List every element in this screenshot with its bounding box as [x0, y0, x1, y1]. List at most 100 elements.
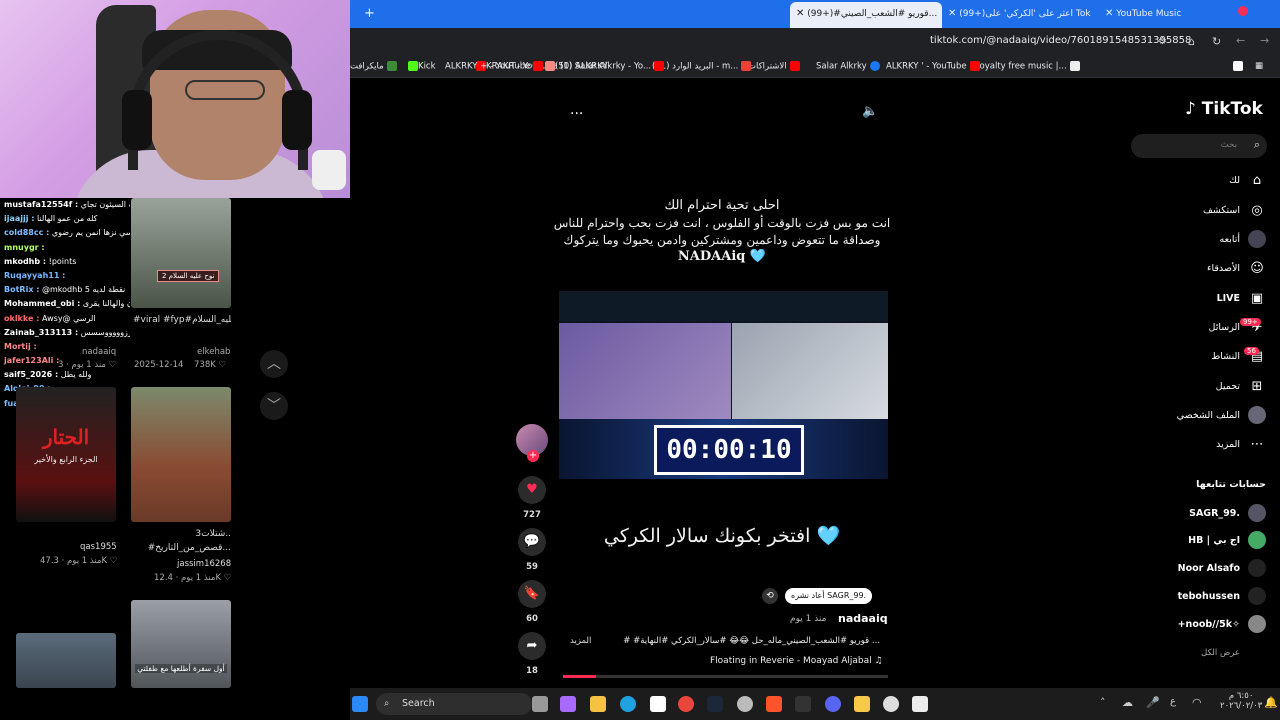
- video-progress-track[interactable]: [563, 675, 888, 678]
- grid-meta: منذ 1 يوم · 47.3K ♡: [40, 556, 118, 566]
- wifi-icon[interactable]: ◠: [1192, 696, 1202, 709]
- grid-author[interactable]: qas1955: [80, 542, 117, 552]
- more-icon: ⋯: [1250, 436, 1264, 452]
- clock[interactable]: ٦:٥٠ م ٢٠٢٦/٠٢/٠٣: [1220, 691, 1262, 711]
- chrome-icon[interactable]: [678, 696, 694, 712]
- grid-thumb-poster[interactable]: الحتار الجزء الرابع والأخير: [16, 387, 116, 522]
- notification-icon[interactable]: 🔔: [1264, 696, 1278, 709]
- tab-youtube-music[interactable]: ✕ YouTube Music: [1105, 4, 1181, 24]
- grid-author[interactable]: elkehab: [197, 347, 230, 357]
- file-explorer-icon[interactable]: [590, 696, 606, 712]
- windows-start-icon[interactable]: [352, 696, 368, 712]
- bookmark-minecraft[interactable]: مايكرافت: [350, 61, 397, 72]
- grid-thumb-noah[interactable]: نوح عليه السلام 2: [131, 198, 231, 308]
- sidebar-item-more[interactable]: المزيد ⋯: [1216, 433, 1266, 455]
- follow-plus-button[interactable]: +: [527, 450, 539, 462]
- sidebar-item-following[interactable]: أتابعه: [1220, 228, 1266, 250]
- bookmark-alkrky-50[interactable]: (50) ALKRKY: [542, 61, 608, 72]
- apps-grid-icon[interactable]: ▦: [1255, 61, 1263, 71]
- like-button[interactable]: ♥: [518, 476, 546, 504]
- sidebar-item-upload[interactable]: تحميل ⊞: [1216, 375, 1266, 397]
- back-icon[interactable]: ←: [1236, 34, 1245, 47]
- video-options-button[interactable]: ···: [570, 106, 583, 122]
- url-field[interactable]: tiktok.com/@nadaaiq/video/76018915485313…: [930, 35, 1191, 46]
- following-account[interactable]: SAGR_99.: [1189, 503, 1266, 523]
- notes-icon[interactable]: [854, 696, 870, 712]
- copilot-icon[interactable]: [560, 696, 576, 712]
- grid-author[interactable]: nadaaiq: [82, 347, 116, 357]
- chevron-up-icon: ︿: [267, 356, 281, 372]
- home-icon[interactable]: ⌂: [1188, 35, 1195, 48]
- cloud-icon[interactable]: ☁: [1122, 696, 1133, 709]
- site-settings-icon[interactable]: ⚙: [1158, 36, 1167, 47]
- sidebar-item-live[interactable]: LIVE ▣: [1217, 287, 1266, 309]
- bookmark-alkrky-plus[interactable]: ALKRKY + - YouTube: [445, 61, 544, 72]
- repost-badge[interactable]: أعاد نشره SAGR_99.: [785, 588, 873, 604]
- post-author[interactable]: nadaaiq: [838, 612, 888, 625]
- close-icon[interactable]: ✕: [1105, 8, 1113, 19]
- sidebar-item-explore[interactable]: استكشف ◎: [1203, 199, 1266, 221]
- grid-meta: منذ 1 يوم · 3 ♡: [58, 360, 117, 370]
- bookmark-subscriptions[interactable]: الاشتراكات: [748, 61, 800, 72]
- bookmark-kick[interactable]: Kick: [405, 61, 436, 72]
- grid-thumb-man[interactable]: [16, 633, 116, 688]
- new-tab-button[interactable]: +: [364, 4, 375, 24]
- grid-caption[interactable]: #viral #fyp#الكسلوي #نوح_عليه_السلام: [133, 315, 231, 325]
- see-all-link[interactable]: عرض الكل: [1201, 648, 1240, 658]
- windows-taskbar: ⌕ Search ˄ ☁ 🎤 ع ◠ ٦:٥٠ م ٢٠٢٦/٠٢/٠٣ 🔔: [350, 688, 1280, 720]
- sidebar-item-friends[interactable]: الأصدقاء ☺: [1207, 257, 1266, 279]
- language-indicator[interactable]: ع: [1170, 696, 1176, 707]
- sidebar-item-profile[interactable]: الملف الشخصي: [1177, 404, 1266, 426]
- task-view-icon[interactable]: [532, 696, 548, 712]
- capcut-icon[interactable]: [795, 696, 811, 712]
- following-account[interactable]: +noob//5k✧: [1178, 614, 1266, 634]
- address-bar: tiktok.com/@nadaaiq/video/76018915485313…: [350, 28, 1280, 56]
- grid-caption[interactable]: 3شتلات..: [133, 529, 231, 539]
- app-icon[interactable]: [883, 696, 899, 712]
- forward-icon[interactable]: →: [1260, 34, 1269, 47]
- grid-caption-2[interactable]: #قصص_من_التاريخ...: [133, 543, 231, 553]
- discord-icon[interactable]: [825, 696, 841, 712]
- sidebar-item-foryou[interactable]: لك ⌂: [1229, 169, 1266, 191]
- search-icon[interactable]: ⌕: [1254, 138, 1260, 152]
- obs-icon[interactable]: [912, 696, 928, 712]
- grid-author[interactable]: jassim16268: [177, 559, 231, 569]
- next-video-button[interactable]: ﹀: [260, 392, 288, 420]
- microphone-icon[interactable]: 🎤: [1146, 696, 1160, 709]
- grid-thumb-travel[interactable]: أول سفرة أطلعها مع طفلتي: [131, 600, 231, 688]
- more-link[interactable]: المزيد: [570, 636, 591, 646]
- edge-icon[interactable]: [620, 696, 636, 712]
- bookmark-alkrky-youtube[interactable]: ALKRKY ' - YouTube: [886, 61, 980, 72]
- close-icon[interactable]: ✕: [796, 8, 804, 19]
- share-icon: ➦: [526, 638, 538, 653]
- tab-tiktok-search[interactable]: ✕ (99+)اعثر على 'الكركي' على Tok: [948, 4, 1091, 24]
- taskbar-search[interactable]: ⌕ Search: [376, 693, 532, 715]
- settings-icon[interactable]: [737, 696, 753, 712]
- avatar: [1248, 504, 1266, 522]
- store-icon[interactable]: [650, 696, 666, 712]
- extension-icon[interactable]: [1230, 61, 1243, 72]
- share-button[interactable]: ➦: [518, 632, 546, 660]
- like-count: 727: [523, 510, 541, 520]
- mute-icon[interactable]: 🔈: [862, 104, 878, 119]
- tray-chevron-icon[interactable]: ˄: [1100, 696, 1106, 709]
- previous-video-button[interactable]: ︿: [260, 350, 288, 378]
- tiktok-logo[interactable]: ♪ TikTok: [1185, 99, 1263, 119]
- search-input[interactable]: بحث ⌕: [1131, 134, 1267, 158]
- bookmark-royalty-free[interactable]: Royalty free music |...: [974, 61, 1080, 72]
- comment-button[interactable]: 💬: [518, 528, 546, 556]
- reload-icon[interactable]: ↻: [1212, 35, 1221, 48]
- following-account[interactable]: HB | اج بي: [1188, 530, 1266, 550]
- following-account[interactable]: tebohussen: [1178, 586, 1266, 606]
- tab-tiktok-video[interactable]: ✕ (99+)#قوريو #الشعب_الصيني...: [790, 2, 942, 28]
- following-account[interactable]: Noor Alsafo: [1178, 558, 1266, 578]
- close-icon[interactable]: ✕: [948, 8, 956, 19]
- post-music[interactable]: Floating in Reverie - Moayad Aljabal ♫: [710, 656, 883, 666]
- steam-icon[interactable]: [707, 696, 723, 712]
- bookmark-inbox[interactable]: البريد الوارد (11) - m...: [652, 61, 752, 72]
- brave-icon[interactable]: [766, 696, 782, 712]
- bookmark-salar-facebook[interactable]: Salar Alkrky: [816, 61, 880, 72]
- grid-thumb-field[interactable]: [131, 387, 231, 522]
- save-button[interactable]: 🔖: [518, 580, 546, 608]
- avatar: [1248, 531, 1266, 549]
